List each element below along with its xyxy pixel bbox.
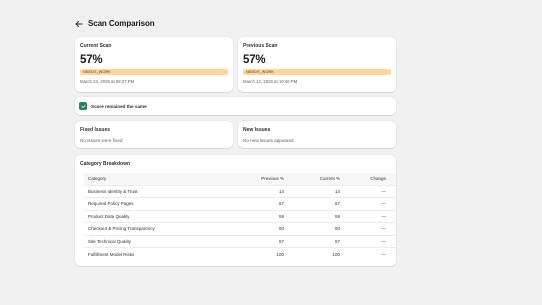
previous-scan-title: Previous Scan bbox=[243, 43, 278, 49]
previous-scan-score: 57% bbox=[243, 54, 266, 66]
column-header-current: Current % bbox=[319, 176, 340, 182]
table-row: Required Policy Pages 67 67 — bbox=[84, 197, 396, 211]
current-percent: 67 bbox=[334, 238, 340, 244]
current-percent: 14 bbox=[334, 188, 340, 194]
change-value: — bbox=[381, 226, 387, 232]
current-percent: 59 bbox=[334, 213, 340, 219]
previous-percent: 59 bbox=[278, 213, 284, 219]
category-name: Required Policy Pages bbox=[88, 201, 134, 207]
current-percent: 67 bbox=[334, 201, 340, 207]
change-value: — bbox=[381, 213, 387, 219]
fixed-issues-card: Fixed Issues No issues were fixed bbox=[75, 121, 233, 148]
table-header-row: Category Previous % Current % Change bbox=[84, 173, 396, 185]
new-issues-title: New Issues bbox=[243, 127, 271, 133]
column-header-change: Change bbox=[370, 176, 386, 182]
table-row: Product Data Quality 59 59 — bbox=[84, 210, 396, 223]
page-header: Scan Comparison bbox=[74, 17, 155, 30]
page-title: Scan Comparison bbox=[88, 19, 155, 28]
new-issues-card: New Issues No new issues appeared bbox=[238, 121, 396, 148]
current-scan-score: 57% bbox=[80, 54, 103, 66]
checkmark-badge bbox=[79, 102, 87, 110]
category-name: Site Technical Quality bbox=[88, 238, 131, 244]
arrow-left-icon bbox=[75, 20, 83, 27]
previous-percent: 67 bbox=[278, 238, 284, 244]
category-name: Fulfillment Model Risks bbox=[88, 251, 135, 257]
previous-percent: 60 bbox=[278, 226, 284, 232]
current-percent: 100 bbox=[332, 251, 340, 257]
category-name: Business Identity & Trust bbox=[88, 188, 138, 194]
page: Scan Comparison Current Scan 57% NEEDS_W… bbox=[0, 0, 542, 305]
previous-scan-status-badge: NEEDS_WORK bbox=[243, 69, 391, 75]
score-status-text: Score remained the same bbox=[91, 103, 147, 109]
current-scan-title: Current Scan bbox=[80, 43, 112, 49]
table-row: Checkout & Pricing Transparency 60 60 — bbox=[84, 222, 396, 236]
previous-scan-card: Previous Scan 57% NEEDS_WORK March 12, 2… bbox=[238, 37, 396, 92]
previous-percent: 14 bbox=[278, 188, 284, 194]
table-row: Business Identity & Trust 14 14 — bbox=[84, 185, 396, 198]
current-scan-card: Current Scan 57% NEEDS_WORK March 23, 20… bbox=[75, 37, 233, 92]
category-name: Product Data Quality bbox=[88, 213, 130, 219]
change-value: — bbox=[381, 251, 387, 257]
current-scan-status-badge: NEEDS_WORK bbox=[80, 69, 228, 75]
current-scan-date: March 23, 2026 at 08:37 PM bbox=[80, 79, 135, 84]
fixed-issues-empty-text: No issues were fixed bbox=[80, 138, 123, 143]
checkmark-icon bbox=[81, 104, 85, 108]
previous-scan-date: March 12, 2026 at 10:46 PM bbox=[243, 79, 298, 84]
category-breakdown-title: Category Breakdown bbox=[80, 161, 131, 167]
category-breakdown-table: Category Previous % Current % Change Bus… bbox=[84, 173, 396, 260]
score-status-banner: Score remained the same bbox=[75, 97, 396, 115]
back-button[interactable] bbox=[74, 19, 84, 29]
fixed-issues-title: Fixed Issues bbox=[80, 127, 111, 133]
table-row: Fulfillment Model Risks 100 100 — bbox=[84, 247, 396, 261]
category-name: Checkout & Pricing Transparency bbox=[88, 226, 155, 232]
column-header-previous: Previous % bbox=[261, 176, 284, 182]
change-value: — bbox=[381, 201, 387, 207]
previous-percent: 100 bbox=[276, 251, 284, 257]
change-value: — bbox=[381, 188, 387, 194]
table-row: Site Technical Quality 67 67 — bbox=[84, 235, 396, 248]
previous-percent: 67 bbox=[278, 201, 284, 207]
current-percent: 60 bbox=[334, 226, 340, 232]
column-header-category: Category bbox=[88, 176, 107, 182]
category-breakdown-card: Category Breakdown Category Previous % C… bbox=[75, 155, 396, 266]
new-issues-empty-text: No new issues appeared bbox=[243, 138, 294, 143]
change-value: — bbox=[381, 238, 387, 244]
